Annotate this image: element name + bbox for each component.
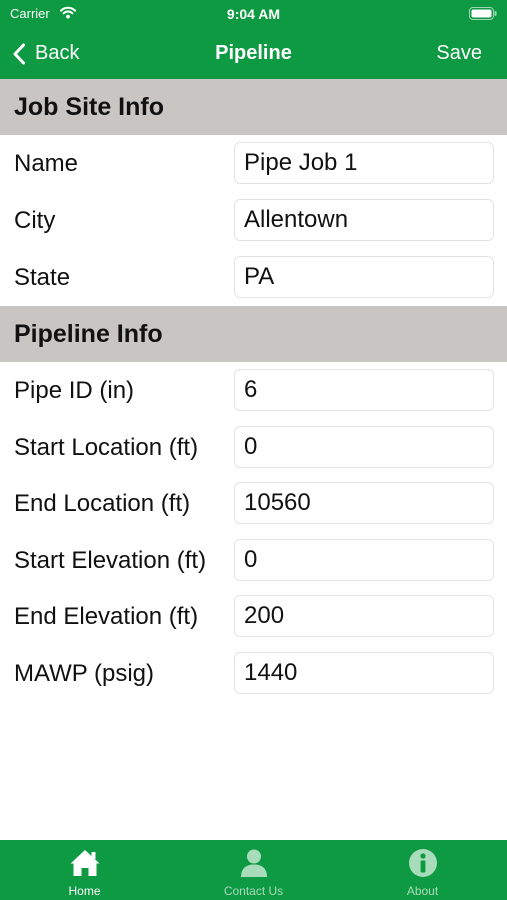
start-location-field[interactable]: [234, 426, 494, 468]
form-row-mawp: MAWP (psig): [0, 646, 507, 702]
form-row-start-elevation: Start Elevation (ft): [0, 533, 507, 589]
status-time: 9:04 AM: [226, 6, 281, 22]
section-header-pipeline: Pipeline Info: [0, 306, 507, 362]
form-row-end-location: End Location (ft): [0, 476, 507, 532]
form-row-start-location: Start Location (ft): [0, 420, 507, 476]
battery-icon: [469, 7, 497, 25]
save-button[interactable]: Save: [436, 28, 482, 79]
pipe-id-field[interactable]: [234, 369, 494, 411]
form-row-city: City: [0, 193, 507, 249]
tab-label: Home: [68, 884, 101, 898]
top-bar: Carrier 9:04 AM Back Pipeline Save: [0, 0, 507, 79]
form-row-name: Name: [0, 136, 507, 192]
back-label: Back: [35, 42, 80, 64]
field-label: End Location (ft): [14, 490, 191, 517]
tab-label: About: [406, 884, 439, 898]
field-label: End Elevation (ft): [14, 603, 199, 630]
info-icon: [338, 848, 507, 878]
field-label: City: [14, 207, 56, 234]
chevron-left-icon: [12, 43, 26, 65]
form-row-end-elevation: End Elevation (ft): [0, 589, 507, 645]
form-row-state: State: [0, 250, 507, 306]
form-row-pipe-id: Pipe ID (in): [0, 363, 507, 419]
section-title: Job Site Info: [14, 93, 164, 121]
end-elevation-field[interactable]: [234, 595, 494, 637]
person-icon: [169, 848, 338, 878]
section-title: Pipeline Info: [14, 320, 163, 348]
section-header-job-site: Job Site Info: [0, 79, 507, 135]
tab-about[interactable]: About: [338, 840, 507, 900]
home-icon: [0, 848, 169, 878]
field-label: Start Location (ft): [14, 434, 199, 461]
city-field[interactable]: [234, 199, 494, 241]
mawp-field[interactable]: [234, 652, 494, 694]
field-label: State: [14, 264, 71, 291]
field-label: Pipe ID (in): [14, 377, 135, 404]
field-label: Name: [14, 150, 79, 177]
end-location-field[interactable]: [234, 482, 494, 524]
start-elevation-field[interactable]: [234, 539, 494, 581]
field-label: Start Elevation (ft): [14, 547, 207, 574]
back-button[interactable]: Back: [12, 28, 79, 79]
tab-label: Contact Us: [223, 884, 284, 898]
tab-home[interactable]: Home: [0, 840, 169, 900]
tab-bar: Home Contact Us About: [0, 840, 507, 900]
state-field[interactable]: [234, 256, 494, 298]
status-bar: Carrier 9:04 AM: [0, 0, 507, 28]
name-field[interactable]: [234, 142, 494, 184]
tab-contact-us[interactable]: Contact Us: [169, 840, 338, 900]
field-label: MAWP (psig): [14, 660, 155, 687]
navigation-bar: Back Pipeline Save: [0, 28, 507, 79]
